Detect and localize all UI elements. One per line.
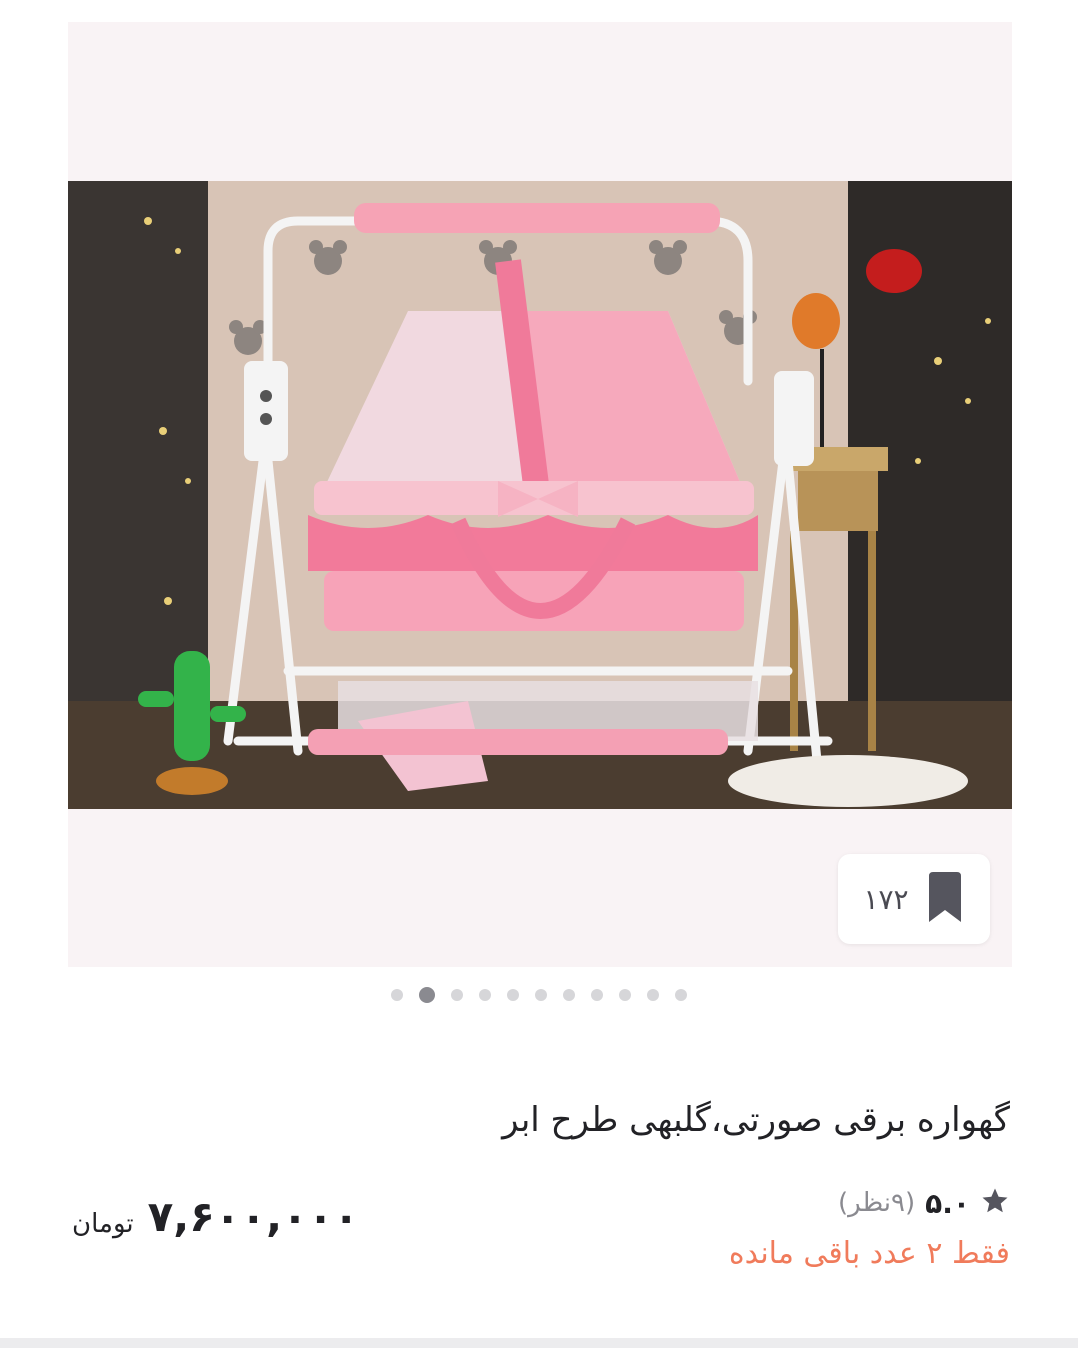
gallery-pagination[interactable] <box>0 985 1078 1005</box>
pagination-dot-active[interactable] <box>419 987 435 1003</box>
bookmark-button[interactable]: ۱۷۲ <box>838 854 990 944</box>
bookmark-icon <box>925 872 965 926</box>
pagination-dot[interactable] <box>619 989 631 1001</box>
stock-note: فقط ۲ عدد باقی مانده <box>728 1236 1010 1271</box>
product-image-gallery[interactable]: ۱۷۲ <box>68 22 1012 967</box>
pagination-dot[interactable] <box>591 989 603 1001</box>
pagination-dot[interactable] <box>451 989 463 1001</box>
rating-count[interactable]: (۹نظر) <box>838 1188 915 1218</box>
price-value: ۷,۶۰۰,۰۰۰ <box>147 1192 359 1241</box>
price-currency: تومان <box>72 1208 134 1239</box>
bookmark-count: ۱۷۲ <box>863 882 909 916</box>
product-rating[interactable]: ۵.۰ (۹نظر) <box>838 1186 1010 1220</box>
bottom-divider <box>0 1338 1078 1348</box>
product-price: ۷,۶۰۰,۰۰۰ تومان <box>72 1192 359 1241</box>
pagination-dot[interactable] <box>647 989 659 1001</box>
product-photo[interactable] <box>68 181 1012 809</box>
pagination-dot[interactable] <box>391 989 403 1001</box>
pagination-dot[interactable] <box>507 989 519 1001</box>
pagination-dot[interactable] <box>563 989 575 1001</box>
pagination-dot[interactable] <box>535 989 547 1001</box>
cradle-illustration <box>68 181 1012 809</box>
pagination-dot[interactable] <box>675 989 687 1001</box>
rating-value: ۵.۰ <box>925 1186 970 1220</box>
pagination-dot[interactable] <box>479 989 491 1001</box>
product-title: گهواره برقی صورتی،گلبهی طرح ابر <box>502 1100 1010 1140</box>
star-icon <box>980 1186 1010 1220</box>
